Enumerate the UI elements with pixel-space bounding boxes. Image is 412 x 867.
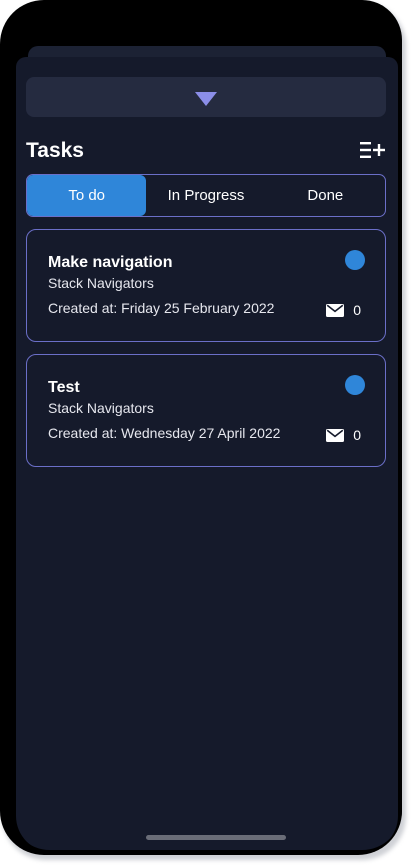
task-project: Stack Navigators	[48, 400, 154, 416]
add-task-button[interactable]	[360, 140, 386, 160]
phone-mockup: Tasks To do In Progress Done Make naviga…	[0, 0, 412, 867]
app-screen: Tasks To do In Progress Done Make naviga…	[10, 0, 402, 850]
status-indicator	[345, 250, 365, 270]
page-title: Tasks	[26, 139, 84, 162]
home-indicator[interactable]	[146, 835, 286, 840]
task-created-date: Created at: Friday 25 February 2022	[48, 300, 275, 316]
task-card[interactable]: Test Stack Navigators Created at: Wednes…	[26, 354, 386, 467]
task-created-date: Created at: Wednesday 27 April 2022	[48, 425, 281, 441]
tab-done[interactable]: Done	[266, 175, 385, 216]
task-card[interactable]: Make navigation Stack Navigators Created…	[26, 229, 386, 342]
tab-in-progress[interactable]: In Progress	[146, 175, 265, 216]
task-title: Make navigation	[48, 254, 173, 271]
message-count: 0	[353, 302, 361, 318]
message-count: 0	[353, 427, 361, 443]
status-indicator	[345, 375, 365, 395]
add-list-icon	[360, 142, 385, 158]
tab-to-do[interactable]: To do	[27, 175, 147, 216]
status-tabs: To do In Progress Done	[26, 174, 386, 217]
chevron-down-icon	[195, 92, 217, 106]
collapse-sheet-button[interactable]	[26, 77, 386, 117]
task-project: Stack Navigators	[48, 275, 154, 291]
mail-icon	[326, 304, 344, 317]
task-title: Test	[48, 379, 80, 396]
mail-icon	[326, 429, 344, 442]
tasks-header: Tasks	[26, 136, 386, 170]
